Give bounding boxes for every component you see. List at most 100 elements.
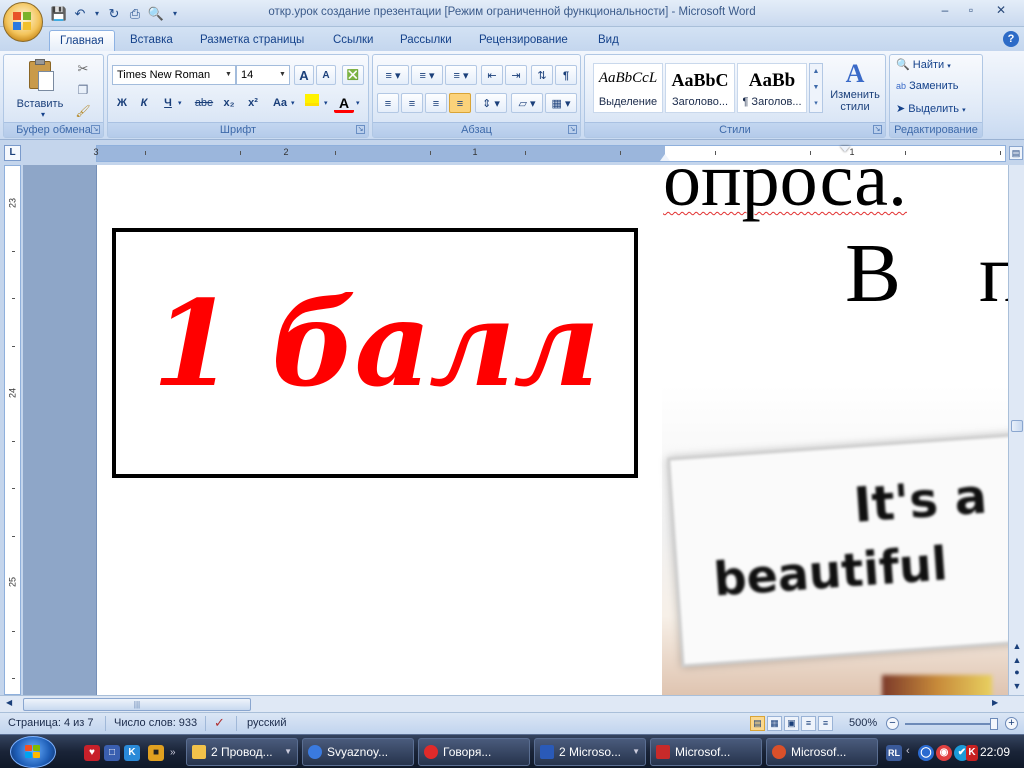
show-marks-icon[interactable]: ¶ [555, 65, 577, 85]
strikethrough-button[interactable]: abe [192, 93, 216, 113]
style-emphasis[interactable]: AaBbCcL Выделение [593, 63, 663, 113]
zoom-in-icon[interactable]: + [1005, 717, 1018, 730]
align-center-icon[interactable]: ≡ [401, 93, 423, 113]
document-page[interactable]: опроса. В п 1 балл It's a beautiful [96, 165, 1008, 695]
bullets-icon[interactable]: ≡ ▾ [377, 65, 409, 85]
clipboard-launcher-icon[interactable]: ↘ [91, 125, 100, 134]
italic-button[interactable]: К [134, 93, 154, 113]
task-group-dropdown-icon[interactable]: ▼ [632, 739, 640, 765]
borders-icon[interactable]: ▦ ▾ [545, 93, 577, 113]
change-styles-button[interactable]: A Изменить стили [827, 59, 883, 113]
page-indicator[interactable]: Страница: 4 из 7 [8, 717, 94, 729]
clock[interactable]: 22:09 [980, 745, 1010, 759]
sort-icon[interactable]: ⇅ [531, 65, 553, 85]
change-case-dropdown-icon[interactable]: ▾ [291, 99, 295, 107]
scroll-up-icon[interactable]: ▲ [1010, 639, 1024, 653]
tray-expand-icon[interactable]: ‹ [906, 745, 910, 757]
multilevel-list-icon[interactable]: ≡ ▾ [445, 65, 477, 85]
close-button[interactable]: ✕ [988, 2, 1014, 20]
spellcheck-word[interactable]: опроса. [663, 165, 907, 222]
paragraph-text[interactable]: опроса. [663, 165, 907, 224]
language-bar[interactable]: RL [886, 745, 902, 761]
horizontal-ruler[interactable]: 3 2 1 1 [93, 145, 1006, 162]
zoom-level[interactable]: 500% [849, 717, 877, 729]
paragraph-launcher-icon[interactable]: ↘ [568, 125, 577, 134]
zoom-out-icon[interactable]: − [886, 717, 899, 730]
styles-launcher-icon[interactable]: ↘ [873, 125, 882, 134]
office-button[interactable] [3, 2, 43, 42]
tab-selector-button[interactable]: L [4, 145, 21, 161]
tab-review[interactable]: Рецензирование [469, 30, 578, 51]
help-icon[interactable]: ? [1003, 31, 1019, 47]
cut-icon[interactable]: ✂ [74, 59, 92, 79]
proofing-icon[interactable]: ✓ [214, 715, 225, 731]
vertical-scrollbar[interactable]: ▲ ▲ ● ▼ [1008, 165, 1024, 695]
zoom-slider[interactable] [905, 723, 993, 725]
font-launcher-icon[interactable]: ↘ [356, 125, 365, 134]
vertical-scroll-thumb[interactable] [1011, 420, 1023, 432]
grow-font-button[interactable]: A [294, 65, 314, 85]
taskbar-button[interactable]: Microsof... [766, 738, 878, 766]
paste-button[interactable]: Вставить [10, 94, 70, 114]
change-case-button[interactable]: Aa [268, 93, 292, 113]
taskbar-button[interactable]: Svyaznoy... [302, 738, 414, 766]
highlight-dropdown-icon[interactable]: ▾ [324, 99, 328, 107]
paragraph-text[interactable]: п [979, 225, 1008, 322]
taskbar-button[interactable]: Microsof... [650, 738, 762, 766]
scroll-right-icon[interactable]: ▶ [992, 698, 998, 707]
subscript-button[interactable]: x₂ [218, 93, 240, 113]
print-layout-view-icon[interactable]: ▤ [750, 716, 765, 731]
left-indent-marker-icon[interactable] [660, 154, 670, 161]
line-spacing-icon[interactable]: ⇕ ▾ [475, 93, 507, 113]
paste-dropdown-icon[interactable]: ▾ [41, 110, 45, 119]
view-ruler-icon[interactable]: ▤ [1009, 146, 1023, 160]
word-count[interactable]: Число слов: 933 [114, 717, 197, 729]
quicklaunch-k-icon[interactable]: K [124, 745, 140, 761]
align-left-icon[interactable]: ≡ [377, 93, 399, 113]
styles-scroll[interactable]: ▲ ▼ ▾ [809, 63, 823, 113]
taskbar-button[interactable]: 2 Microso... ▼ [534, 738, 646, 766]
tab-view[interactable]: Вид [588, 30, 629, 51]
horizontal-scrollbar[interactable]: ◀ ||| ▶ [0, 695, 1024, 712]
decrease-indent-icon[interactable]: ⇤ [481, 65, 503, 85]
find-dropdown-icon[interactable]: ▾ [947, 63, 951, 70]
replace-button[interactable]: ab Заменить [896, 80, 959, 92]
quicklaunch-desktop-icon[interactable]: □ [104, 745, 120, 761]
vertical-ruler[interactable]: 23 24 25 [4, 165, 21, 695]
task-group-dropdown-icon[interactable]: ▼ [284, 739, 292, 765]
select-button[interactable]: ➤ Выделить ▾ [896, 102, 966, 115]
shading-icon[interactable]: ▱ ▾ [511, 93, 543, 113]
justify-icon[interactable]: ≡ [449, 93, 471, 113]
increase-indent-icon[interactable]: ⇥ [505, 65, 527, 85]
next-page-icon[interactable]: ▼ [1010, 679, 1024, 693]
draft-view-icon[interactable]: ≡ [818, 716, 833, 731]
font-name-combo[interactable]: Times New Roman ▼ [112, 65, 236, 85]
font-color-button[interactable]: A [334, 93, 354, 113]
highlight-icon[interactable] [302, 93, 322, 113]
quicklaunch-app-icon[interactable]: ♥ [84, 745, 100, 761]
zoom-slider-thumb[interactable] [990, 718, 998, 730]
antivirus-icon[interactable]: K [966, 745, 978, 761]
network-icon[interactable]: ◯ [918, 745, 934, 761]
bold-button[interactable]: Ж [112, 93, 132, 113]
horizontal-scroll-thumb[interactable]: ||| [23, 698, 251, 711]
security-icon[interactable]: ◉ [936, 745, 952, 761]
font-name-dropdown-icon[interactable]: ▼ [222, 66, 235, 84]
language-indicator[interactable]: русский [247, 717, 286, 729]
taskbar-button[interactable]: 2 Провод... ▼ [186, 738, 298, 766]
start-button[interactable] [10, 736, 56, 768]
find-button[interactable]: 🔍 Найти ▾ [896, 58, 951, 71]
tab-home[interactable]: Главная [49, 30, 115, 51]
style-heading-1[interactable]: AaBbC Заголово... [665, 63, 735, 113]
font-color-dropdown-icon[interactable]: ▾ [356, 99, 360, 107]
scroll-left-icon[interactable]: ◀ [6, 698, 12, 707]
paragraph-text[interactable]: В [845, 225, 901, 322]
quicklaunch-folder-icon[interactable]: ■ [148, 745, 164, 761]
maximize-button[interactable]: ▫ [958, 2, 984, 20]
score-text-box[interactable]: 1 балл [112, 228, 638, 478]
web-layout-icon[interactable]: ▣ [784, 716, 799, 731]
horizontal-scroll-track[interactable]: ||| [23, 698, 983, 711]
minimize-button[interactable]: – [932, 2, 958, 20]
full-screen-reading-icon[interactable]: ▦ [767, 716, 782, 731]
quicklaunch-more-icon[interactable]: » [170, 747, 176, 758]
